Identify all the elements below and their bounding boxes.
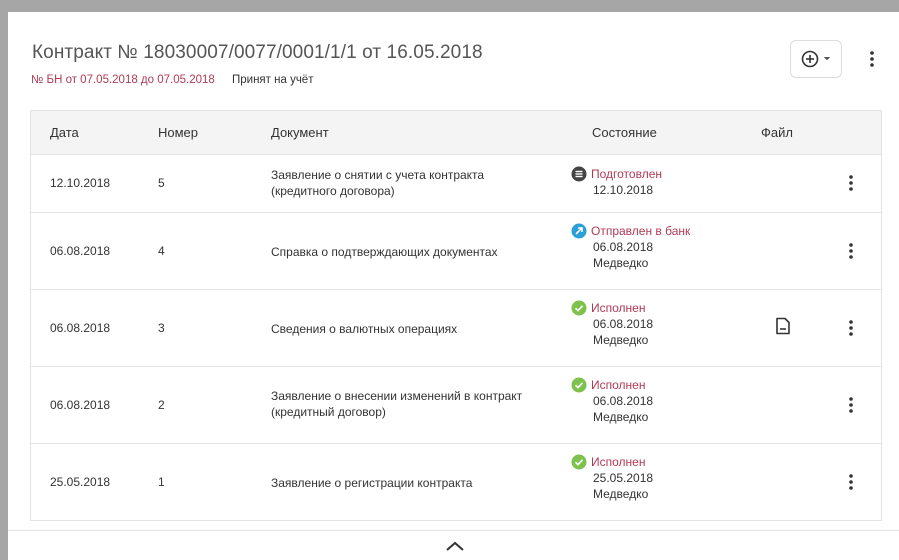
row-state: Отправлен в банк 06.08.2018 Медведко (571, 223, 690, 271)
row-menu-icon[interactable] (843, 171, 859, 195)
document-line: Заявление о снятии с учета контракта (271, 168, 485, 182)
plus-circle-icon (801, 50, 819, 68)
state-user: Медведко (593, 410, 649, 424)
document-line: Сведения о валютных операциях (271, 322, 458, 336)
sent-arrow-icon (571, 223, 587, 239)
row-menu-icon[interactable] (843, 470, 859, 494)
caret-down-icon (823, 56, 831, 61)
documents-table: Дата Номер Документ Состояние Файл 12.10… (30, 110, 882, 521)
table-row[interactable]: 25.05.2018 1 Заявление о регистрации кон… (31, 444, 881, 520)
state-label: Подготовлен (591, 167, 662, 181)
row-number: 4 (158, 244, 165, 258)
table-row[interactable]: 06.08.2018 3 Сведения о валютных операци… (31, 290, 881, 367)
state-label: Исполнен (591, 378, 646, 392)
row-date: 06.08.2018 (50, 398, 111, 412)
row-document[interactable]: Заявление о внесении изменений в контрак… (271, 388, 561, 420)
row-document[interactable]: Заявление о снятии с учета контракта (кр… (271, 167, 561, 199)
contract-meta: № БН от 07.05.2018 до 07.05.2018 Принят … (31, 74, 313, 86)
table-header: Дата Номер Документ Состояние Файл (31, 111, 881, 155)
row-number: 1 (158, 475, 165, 489)
row-menu-icon[interactable] (843, 239, 859, 263)
row-number: 2 (158, 398, 165, 412)
row-menu-icon[interactable] (843, 393, 859, 417)
row-document[interactable]: Сведения о валютных операциях (271, 321, 561, 337)
check-circle-icon (571, 454, 587, 470)
state-date: 25.05.2018 (593, 471, 654, 485)
column-file[interactable]: Файл (761, 125, 793, 140)
document-line: Заявление о регистрации контракта (271, 476, 473, 490)
column-date[interactable]: Дата (50, 125, 79, 140)
table-row[interactable]: 06.08.2018 2 Заявление о внесении измене… (31, 367, 881, 444)
chevron-up-icon[interactable] (444, 539, 466, 553)
contract-card: Контракт № 18030007/0077/0001/1/1 от 16.… (8, 12, 899, 560)
list-icon (571, 166, 587, 182)
column-state[interactable]: Состояние (592, 125, 657, 140)
contract-status: Принят на учёт (232, 74, 314, 86)
state-date: 06.08.2018 (593, 394, 654, 408)
row-date: 25.05.2018 (50, 475, 111, 489)
document-line: Заявление о внесении изменений в контрак… (271, 389, 523, 403)
row-state: Исполнен 25.05.2018 Медведко (571, 454, 653, 502)
state-label: Исполнен (591, 301, 646, 315)
state-label: Исполнен (591, 455, 646, 469)
state-date: 06.08.2018 (593, 240, 654, 254)
check-circle-icon (571, 300, 587, 316)
column-number[interactable]: Номер (158, 125, 198, 140)
row-menu-icon[interactable] (843, 316, 859, 340)
table-row[interactable]: 06.08.2018 4 Справка о подтверждающих до… (31, 213, 881, 290)
document-line: (кредитный договор) (271, 405, 386, 419)
add-document-button[interactable] (790, 40, 842, 78)
state-date: 06.08.2018 (593, 317, 654, 331)
row-state: Исполнен 06.08.2018 Медведко (571, 377, 653, 425)
row-state: Подготовлен 12.10.2018 (571, 166, 662, 198)
row-date: 06.08.2018 (50, 321, 111, 335)
document-line: Справка о подтверждающих документах (271, 245, 498, 259)
window-edge (0, 0, 8, 560)
more-vertical-icon[interactable] (860, 44, 884, 74)
file-download-icon[interactable] (775, 317, 793, 337)
state-user: Медведко (593, 256, 649, 270)
row-date: 12.10.2018 (50, 176, 111, 190)
row-date: 06.08.2018 (50, 244, 111, 258)
state-user: Медведко (593, 333, 649, 347)
row-number: 5 (158, 176, 165, 190)
state-label: Отправлен в банк (591, 224, 691, 238)
column-document[interactable]: Документ (271, 125, 329, 140)
page-title: Контракт № 18030007/0077/0001/1/1 от 16.… (32, 42, 483, 63)
check-circle-icon (571, 377, 587, 393)
state-user: Медведко (593, 487, 649, 501)
state-date: 12.10.2018 (593, 183, 654, 197)
card-footer (8, 530, 899, 560)
table-row[interactable]: 12.10.2018 5 Заявление о снятии с учета … (31, 155, 881, 213)
document-line: (кредитного договора) (271, 184, 395, 198)
row-document[interactable]: Справка о подтверждающих документах (271, 244, 561, 260)
row-number: 3 (158, 321, 165, 335)
row-state: Исполнен 06.08.2018 Медведко (571, 300, 653, 348)
bn-period: № БН от 07.05.2018 до 07.05.2018 (31, 74, 215, 86)
row-document[interactable]: Заявление о регистрации контракта (271, 475, 561, 491)
